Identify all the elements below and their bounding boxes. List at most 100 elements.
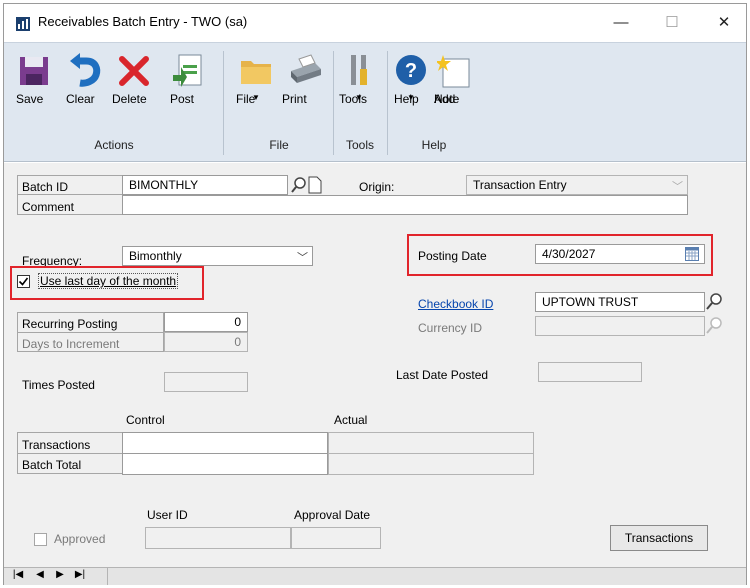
- svg-text:?: ?: [405, 60, 417, 82]
- group-separator: [387, 51, 388, 155]
- chevron-down-icon: ﹀: [672, 181, 683, 193]
- approval-date-field: [291, 527, 381, 549]
- clear-button[interactable]: Clear: [66, 53, 106, 106]
- control-batch-total-field[interactable]: [122, 453, 328, 475]
- group-separator: [333, 51, 334, 155]
- minimize-button[interactable]: —: [601, 10, 641, 36]
- help-icon: ?: [396, 55, 426, 85]
- title-bar: Receivables Batch Entry - TWO (sa) — ☐ ✕: [4, 4, 746, 42]
- posting-date-value: 4/30/2027: [542, 247, 596, 261]
- tools-label: Tools: [339, 92, 368, 106]
- delete-label: Delete: [112, 92, 147, 106]
- folder-icon: [241, 61, 271, 84]
- group-label-file: File: [269, 138, 289, 152]
- lookup-icon: [706, 317, 722, 334]
- batch-total-label: Batch Total: [22, 458, 82, 472]
- group-label-actions: Actions: [94, 138, 134, 152]
- print-label: Print: [282, 92, 307, 106]
- group-separator: [223, 51, 224, 155]
- actual-transactions-field: [328, 432, 534, 454]
- group-label-help: Help: [421, 138, 447, 152]
- actual-batch-total-field: [328, 453, 534, 475]
- lookup-icon[interactable]: [291, 176, 307, 194]
- control-transactions-field[interactable]: [122, 432, 328, 454]
- maximize-button[interactable]: ☐: [652, 10, 692, 36]
- help-button[interactable]: ? Help ▼: [394, 53, 428, 106]
- print-button[interactable]: Print: [282, 53, 326, 106]
- comment-field[interactable]: [122, 195, 688, 215]
- checkbook-id-link[interactable]: Checkbook ID: [418, 297, 493, 311]
- help-label: Help: [394, 92, 419, 106]
- transactions-label: Transactions: [22, 438, 91, 452]
- note-icon: [435, 55, 470, 88]
- comment-label: Comment: [22, 200, 75, 214]
- times-posted-field: [164, 372, 248, 392]
- checkmark-icon: [18, 277, 29, 286]
- lookup-icon[interactable]: [705, 292, 723, 310]
- days-to-increment-label: Days to Increment: [22, 337, 120, 351]
- clear-icon: [70, 53, 101, 87]
- frequency-value: Bimonthly: [129, 249, 182, 263]
- tools-icon: [351, 55, 367, 85]
- close-button[interactable]: ✕: [704, 10, 744, 36]
- recurring-posting-label: Recurring Posting: [22, 317, 118, 331]
- batch-id-label: Batch ID: [22, 180, 69, 194]
- use-last-day-label[interactable]: Use last day of the month: [38, 273, 179, 289]
- use-last-day-checkbox[interactable]: [17, 275, 30, 288]
- currency-id-label: Currency ID: [418, 321, 483, 335]
- add-note-label-2: Note: [434, 92, 460, 106]
- delete-icon: [119, 56, 149, 86]
- window-title: Receivables Batch Entry - TWO (sa): [38, 14, 248, 29]
- posting-date-field[interactable]: 4/30/2027: [535, 244, 705, 264]
- currency-id-field: [535, 316, 705, 336]
- batch-entry-form: Batch ID Comment BIMONTHLY Origin: Trans…: [4, 163, 746, 567]
- frequency-dropdown[interactable]: Bimonthly ﹀: [122, 246, 313, 266]
- row-divider: [17, 453, 122, 454]
- posting-date-label: Posting Date: [418, 249, 487, 263]
- previous-record-button[interactable]: ◀: [32, 569, 48, 580]
- batch-id-field[interactable]: BIMONTHLY: [122, 175, 288, 195]
- clear-label: Clear: [66, 92, 95, 106]
- transactions-button[interactable]: Transactions: [610, 525, 708, 551]
- times-posted-label: Times Posted: [22, 378, 95, 392]
- days-to-increment-field: 0: [164, 332, 248, 352]
- origin-label: Origin:: [359, 180, 395, 194]
- app-icon: [16, 17, 30, 31]
- group-label-tools: Tools: [345, 138, 374, 152]
- calendar-icon[interactable]: [685, 247, 699, 261]
- control-header: Control: [126, 413, 165, 427]
- chevron-down-icon: ﹀: [297, 252, 308, 264]
- row-divider: [17, 194, 122, 195]
- tools-button[interactable]: Tools ▼: [339, 53, 379, 106]
- approved-label: Approved: [54, 532, 106, 546]
- approved-checkbox: [34, 533, 47, 546]
- checkbook-id-field[interactable]: UPTOWN TRUST: [535, 292, 705, 312]
- next-record-button[interactable]: ▶: [52, 569, 68, 580]
- save-icon: [20, 57, 48, 85]
- post-button[interactable]: Post: [170, 53, 206, 106]
- first-record-button[interactable]: |◀: [10, 569, 26, 580]
- add-note-button[interactable]: Add Note: [434, 53, 476, 106]
- ribbon-toolbar: Save Clear Delete Post File ▼ Print Tool…: [4, 42, 746, 162]
- last-date-posted-field: [538, 362, 642, 382]
- origin-value: Transaction Entry: [473, 178, 567, 192]
- origin-dropdown: Transaction Entry ﹀: [466, 175, 688, 195]
- approval-date-header: Approval Date: [294, 508, 371, 522]
- file-label: File: [236, 92, 256, 106]
- note-icon[interactable]: [308, 176, 322, 194]
- delete-button[interactable]: Delete: [112, 53, 156, 106]
- recurring-posting-field[interactable]: 0: [164, 312, 248, 332]
- user-id-header: User ID: [147, 508, 188, 522]
- post-label: Post: [170, 92, 195, 106]
- printer-icon: [291, 54, 321, 83]
- file-button[interactable]: File ▼: [236, 53, 276, 106]
- save-label: Save: [16, 92, 44, 106]
- last-record-button[interactable]: ▶|: [72, 569, 88, 580]
- post-icon: [173, 54, 202, 87]
- navigation-bar: |◀ ◀ ▶ ▶|: [4, 567, 746, 585]
- receivables-batch-entry-window: Receivables Batch Entry - TWO (sa) — ☐ ✕…: [3, 3, 747, 585]
- actual-header: Actual: [334, 413, 368, 427]
- user-id-field: [145, 527, 291, 549]
- save-button[interactable]: Save: [16, 53, 52, 106]
- last-date-posted-label: Last Date Posted: [396, 368, 489, 382]
